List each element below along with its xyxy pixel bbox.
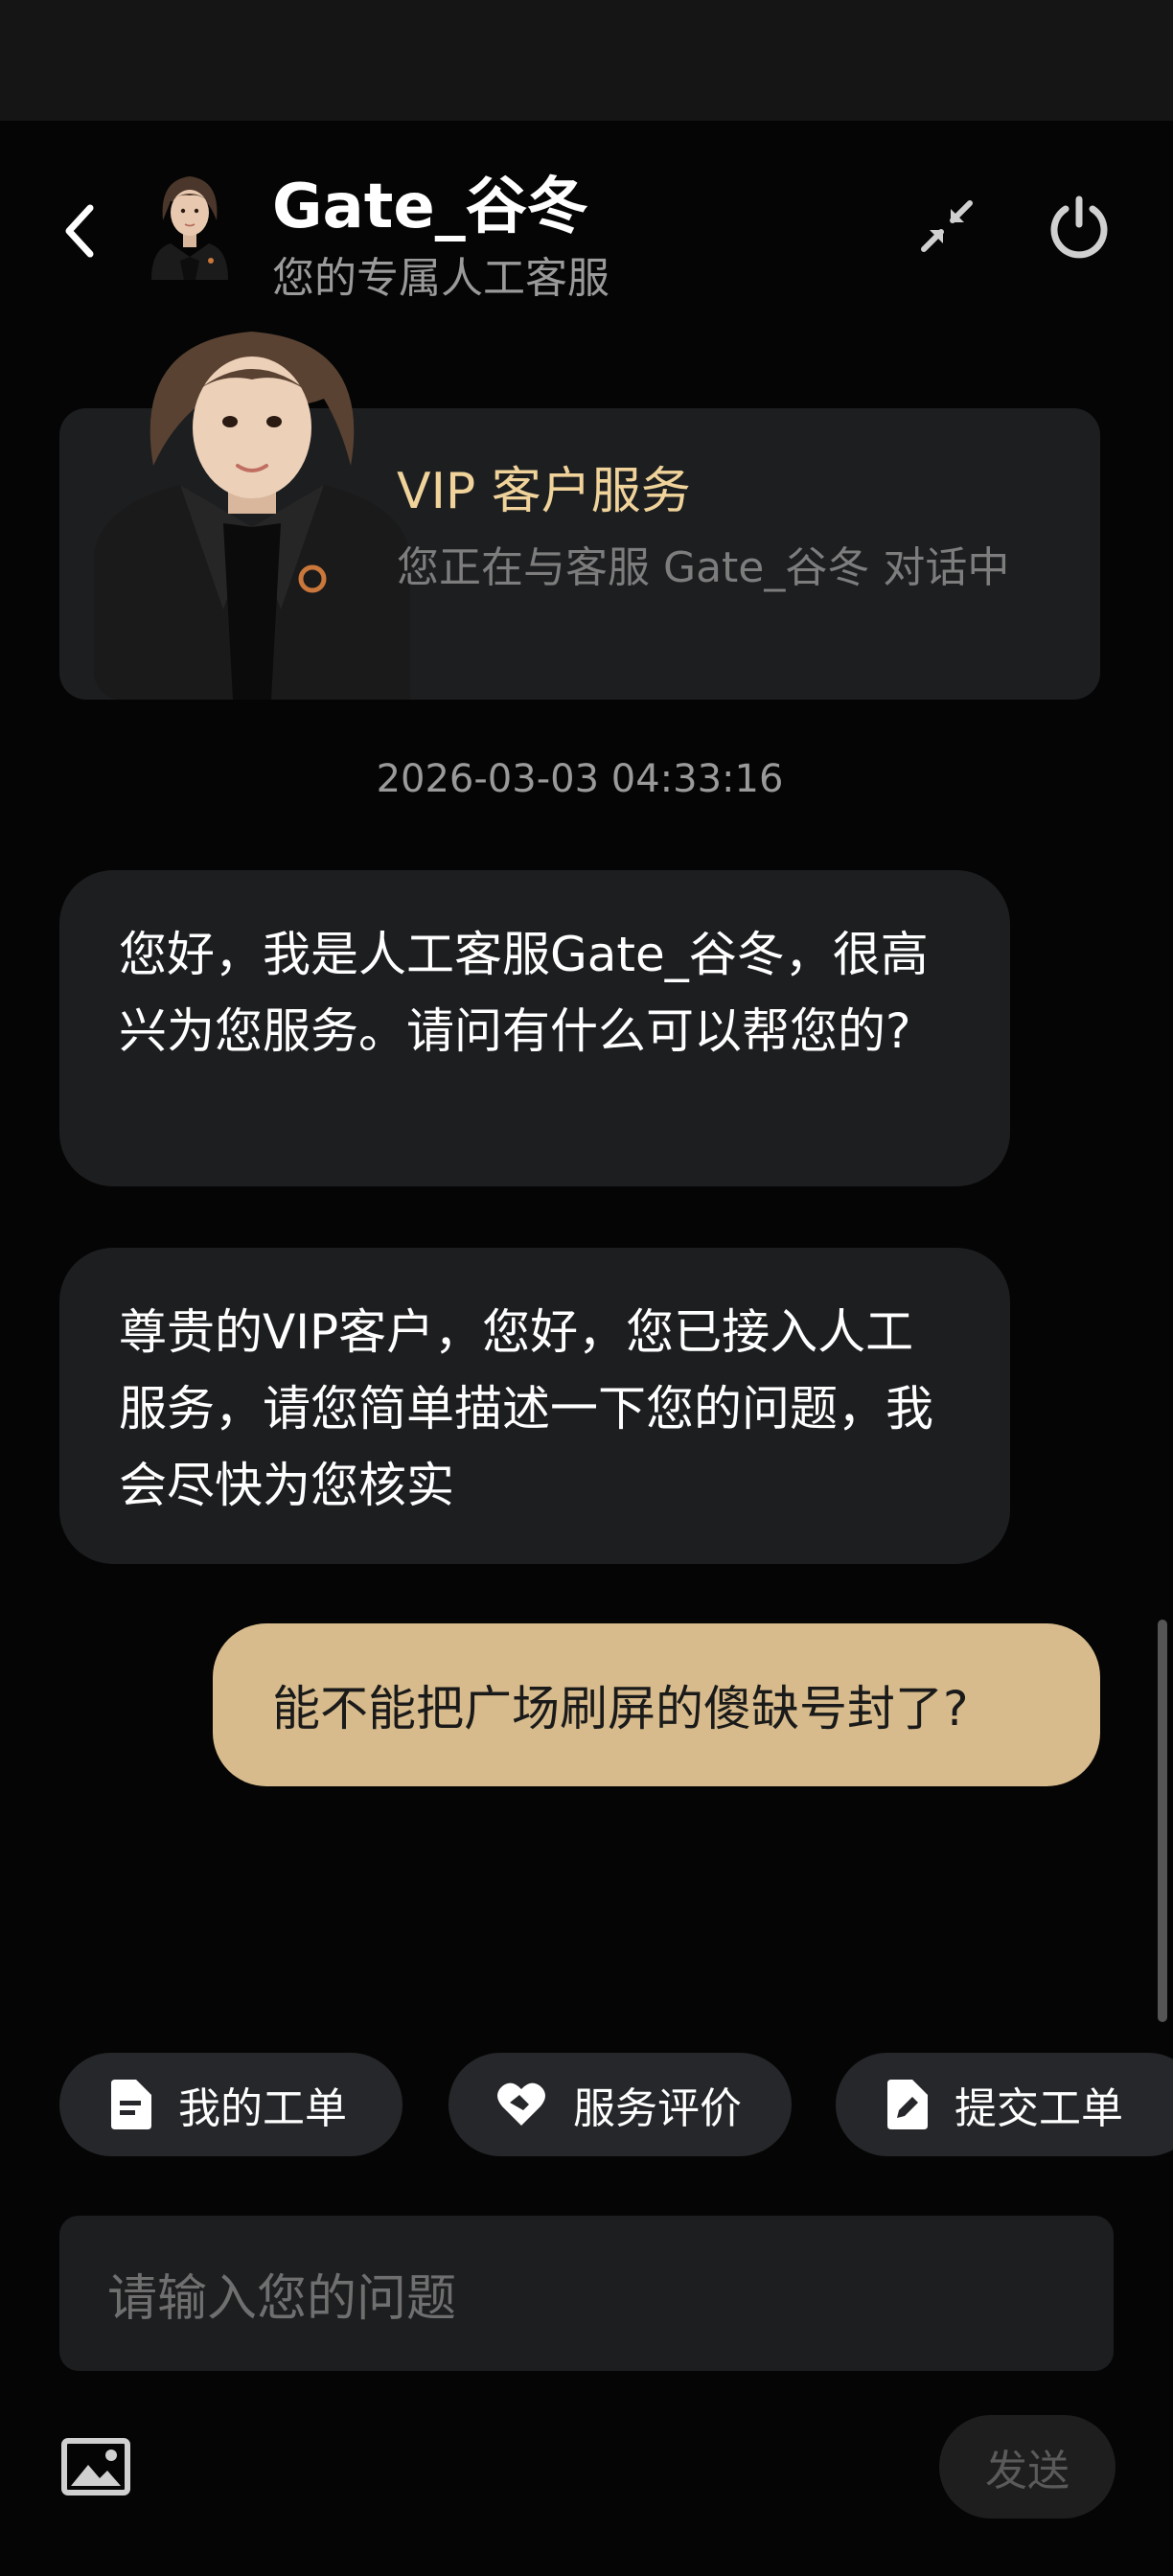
quick-actions: 我的工单 服务评价 提交工单 [59, 2053, 1173, 2156]
document-icon [111, 2080, 151, 2129]
agent-portrait [94, 332, 410, 700]
minimize-arrows-icon [921, 200, 973, 252]
quick-action-label: 我的工单 [178, 2084, 347, 2133]
agent-message: 尊贵的VIP客户，您好，您已接入人工服务，请您简单描述一下您的问题，我会尽快为您… [59, 1248, 1010, 1564]
vip-card-description: 您正在与客服 Gate_谷冬 对话中 [397, 543, 1010, 592]
image-upload-button[interactable] [61, 2438, 130, 2496]
quick-action-label: 提交工单 [954, 2084, 1123, 2133]
agent-avatar [151, 176, 228, 280]
status-bar [0, 0, 1173, 121]
quick-action-label: 服务评价 [573, 2084, 742, 2133]
chat-header: Gate_谷冬 您的专属人工客服 [0, 121, 1173, 332]
heart-handshake-icon [497, 2082, 545, 2126]
vip-card-title: VIP 客户服务 [397, 463, 691, 520]
power-icon [1050, 196, 1108, 259]
my-tickets-button[interactable]: 我的工单 [59, 2053, 402, 2156]
chat-scrollbar[interactable] [1158, 1620, 1167, 2022]
message-input[interactable]: 请输入您的问题 [59, 2216, 1114, 2371]
service-rating-button[interactable]: 服务评价 [448, 2053, 792, 2156]
user-message: 能不能把广场刷屏的傻缺号封了? [213, 1623, 1100, 1786]
edit-document-icon [887, 2080, 928, 2129]
end-chat-button[interactable] [1041, 188, 1117, 264]
back-button[interactable] [50, 188, 107, 274]
submit-ticket-button[interactable]: 提交工单 [836, 2053, 1173, 2156]
agent-subtitle: 您的专属人工客服 [272, 254, 610, 303]
minimize-button[interactable] [912, 192, 981, 261]
message-timestamp: 2026-03-03 04:33:16 [376, 757, 784, 801]
image-icon [61, 2438, 130, 2496]
chevron-left-icon [65, 204, 94, 258]
agent-name: Gate_谷冬 [272, 172, 588, 242]
send-button[interactable]: 发送 [939, 2415, 1116, 2518]
agent-message: 您好，我是人工客服Gate_谷冬，很高兴为您服务。请问有什么可以帮您的? [59, 870, 1010, 1186]
message-input-placeholder: 请输入您的问题 [107, 2269, 457, 2328]
vip-service-card: VIP 客户服务 您正在与客服 Gate_谷冬 对话中 [59, 332, 1100, 700]
